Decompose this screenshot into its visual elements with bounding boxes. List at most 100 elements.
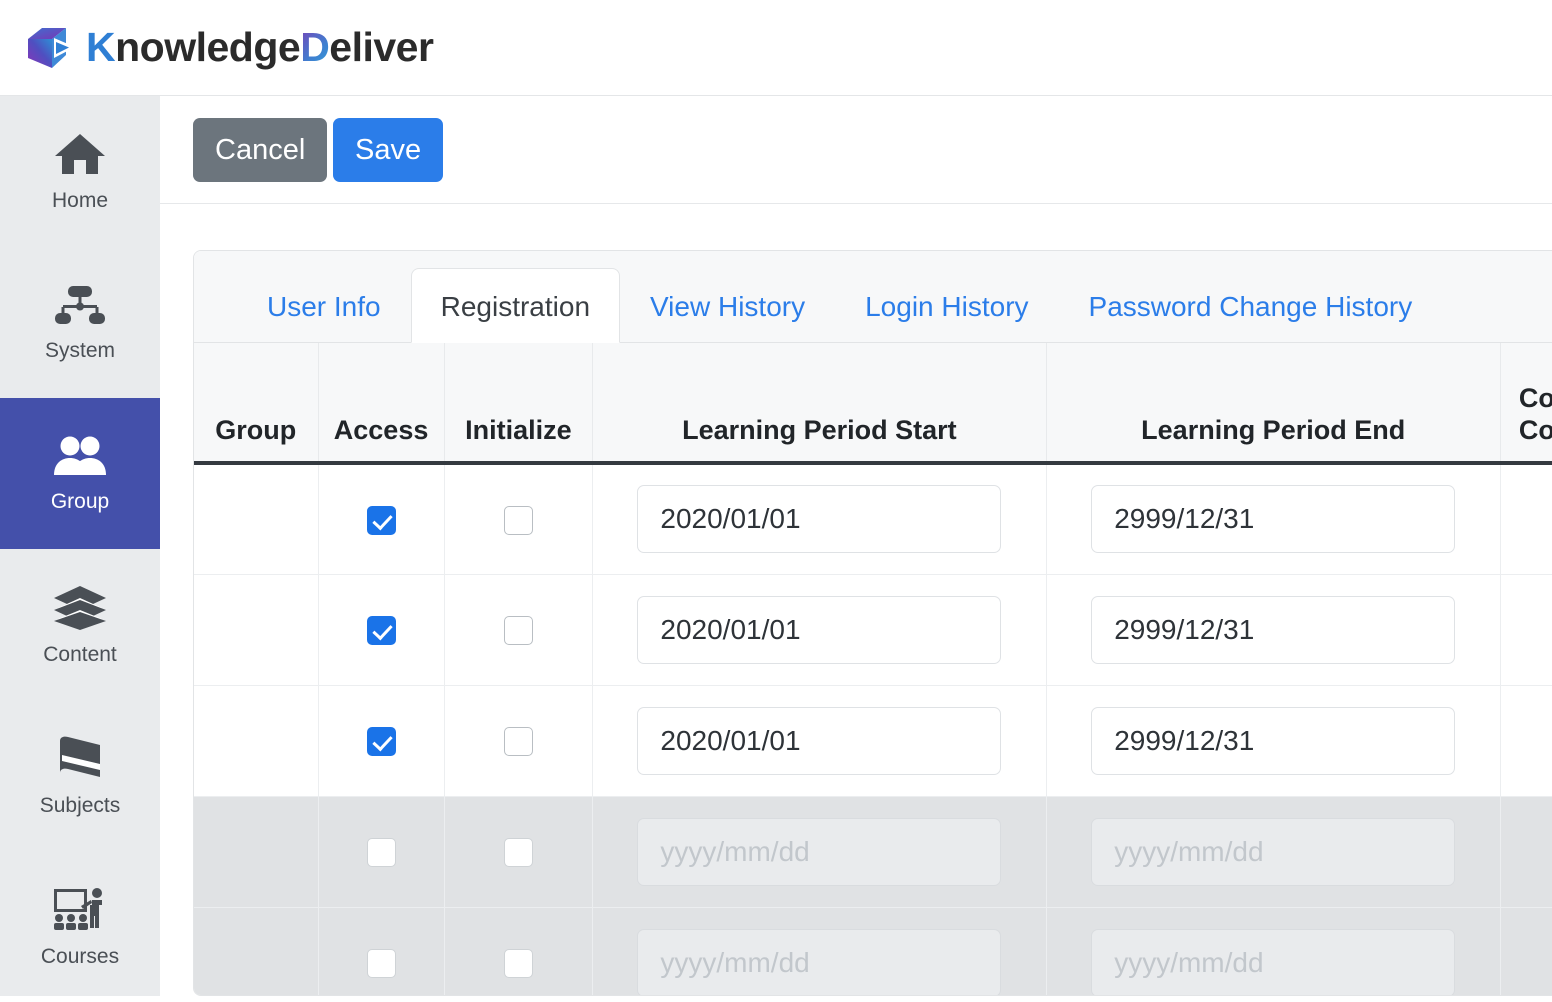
- sidebar-item-label: Subjects: [39, 794, 121, 817]
- cell-learning-period-end: [1045, 907, 1501, 995]
- col-header-course-code: Course Code>: [1499, 343, 1552, 465]
- main-content: Cancel Save User Info Registration View …: [160, 96, 1552, 996]
- cell-initialize: [443, 796, 593, 908]
- classroom-icon: [54, 888, 102, 930]
- learning-period-end-input[interactable]: [1091, 595, 1456, 664]
- cell-initialize: [443, 907, 593, 995]
- access-checkbox[interactable]: [366, 727, 396, 757]
- cell-access: [317, 796, 445, 908]
- initialize-checkbox[interactable]: [503, 949, 533, 979]
- access-checkbox[interactable]: [366, 838, 396, 868]
- cell-course-code: Sample: [1499, 907, 1552, 995]
- access-checkbox[interactable]: [366, 949, 396, 979]
- learning-period-start-input[interactable]: [637, 595, 1002, 664]
- cell-group: [194, 796, 318, 908]
- col-header-learning-period-end: Learning Period End: [1045, 343, 1501, 465]
- cell-group: [194, 685, 318, 797]
- cell-group: [194, 907, 318, 995]
- sidebar-item-home[interactable]: Home: [0, 96, 160, 247]
- access-checkbox[interactable]: [366, 505, 396, 535]
- registration-table-scroll[interactable]: Group Access Initialize Learning Period …: [194, 343, 1552, 995]
- col-header-initialize: Initialize: [443, 343, 593, 465]
- primary-sidebar: Home System Group Content Subjects Cours…: [0, 96, 160, 996]
- learning-period-start-input[interactable]: [637, 485, 1002, 554]
- table-row: STOP！: [194, 574, 1552, 686]
- sidebar-item-group[interactable]: Group: [0, 398, 160, 549]
- books-icon: [60, 736, 100, 777]
- learning-period-start-input[interactable]: [637, 706, 1002, 775]
- cell-learning-period-start: [592, 685, 1047, 797]
- tab-user-info[interactable]: User Info: [237, 268, 411, 343]
- cell-course-code: STOP！: [1499, 574, 1552, 686]
- sidebar-item-label: System: [44, 339, 115, 362]
- cell-group: [194, 574, 318, 686]
- brand-logo[interactable]: KnowledgeDeliver: [26, 24, 434, 71]
- sidebar-item-subjects[interactable]: Subjects: [0, 700, 160, 851]
- sidebar-item-label: Group: [50, 490, 110, 513]
- learning-period-start-input[interactable]: [637, 928, 1002, 995]
- brand-nowledge: nowledge: [115, 24, 301, 70]
- cell-course-code: Demo0: [1499, 796, 1552, 908]
- cell-course-code: Teacher: [1499, 685, 1552, 797]
- cell-initialize: [443, 463, 593, 575]
- initialize-checkbox[interactable]: [503, 616, 533, 646]
- tab-registration[interactable]: Registration: [410, 268, 621, 343]
- sidebar-item-system[interactable]: System: [0, 247, 160, 398]
- sidebar-item-label: Courses: [40, 945, 120, 968]
- brand-k: K: [86, 24, 116, 70]
- cell-learning-period-end: [1045, 574, 1501, 686]
- save-button[interactable]: Save: [333, 118, 444, 182]
- cell-access: [317, 574, 445, 686]
- cell-access: [317, 463, 445, 575]
- registration-table: Group Access Initialize Learning Period …: [194, 343, 1552, 995]
- cell-learning-period-start: [592, 463, 1047, 575]
- col-header-course-code-line2: Code>: [1518, 415, 1552, 446]
- learning-period-end-input[interactable]: [1091, 706, 1456, 775]
- table-body: 企業で取 STOP！: [194, 463, 1552, 995]
- col-header-group: Group: [194, 343, 318, 465]
- tab-login-history[interactable]: Login History: [835, 268, 1058, 343]
- cell-initialize: [443, 685, 593, 797]
- table-header-row: Group Access Initialize Learning Period …: [194, 343, 1552, 465]
- cell-access: [317, 907, 445, 995]
- tab-password-change-history[interactable]: Password Change History: [1059, 268, 1443, 343]
- cell-initialize: [443, 574, 593, 686]
- col-header-access: Access: [317, 343, 445, 465]
- cancel-button[interactable]: Cancel: [193, 118, 328, 182]
- learning-period-end-input[interactable]: [1091, 817, 1456, 886]
- learning-period-end-input[interactable]: [1091, 928, 1456, 995]
- cell-learning-period-end: [1045, 463, 1501, 575]
- home-icon: [55, 134, 105, 174]
- cell-learning-period-start: [592, 574, 1047, 686]
- col-header-course-code-line1: Course: [1518, 383, 1552, 414]
- play-box-icon: [28, 27, 75, 68]
- cell-access: [317, 685, 445, 797]
- users-icon: [54, 436, 106, 475]
- brand-eliver: eliver: [329, 24, 434, 70]
- table-row: Teacher: [194, 685, 1552, 797]
- tab-bar: User Info Registration View History Logi…: [194, 251, 1552, 343]
- initialize-checkbox[interactable]: [503, 505, 533, 535]
- cell-learning-period-end: [1045, 685, 1501, 797]
- brand-d: D: [300, 24, 330, 70]
- learning-period-start-input[interactable]: [637, 817, 1002, 886]
- sidebar-item-label: Home: [51, 189, 109, 212]
- cell-learning-period-start: [592, 796, 1047, 908]
- cell-learning-period-start: [592, 907, 1047, 995]
- access-checkbox[interactable]: [366, 616, 396, 646]
- sidebar-item-label: Content: [43, 643, 117, 666]
- initialize-checkbox[interactable]: [503, 727, 533, 757]
- learning-period-end-input[interactable]: [1091, 485, 1456, 554]
- table-row: Demo0: [194, 796, 1552, 908]
- cell-course-code: 企業で取: [1499, 463, 1552, 575]
- sidebar-item-content[interactable]: Content: [0, 549, 160, 700]
- col-header-learning-period-start: Learning Period Start: [592, 343, 1047, 465]
- table-row: Sample: [194, 907, 1552, 995]
- sidebar-item-courses[interactable]: Courses: [0, 851, 160, 1002]
- registration-panel: User Info Registration View History Logi…: [193, 250, 1552, 996]
- table-row: 企業で取: [194, 463, 1552, 575]
- brand-name: KnowledgeDeliver: [86, 24, 434, 70]
- layers-icon: [54, 586, 106, 630]
- initialize-checkbox[interactable]: [503, 838, 533, 868]
- tab-view-history[interactable]: View History: [620, 268, 835, 343]
